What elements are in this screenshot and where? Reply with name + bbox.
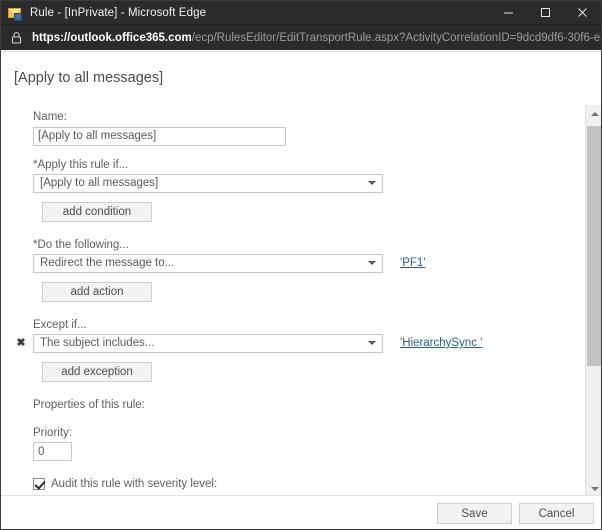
edge-rule-icon	[7, 5, 23, 21]
apply-if-dropdown[interactable]: [Apply to all messages]	[33, 174, 383, 193]
page-title: [Apply to all messages]	[14, 70, 163, 86]
save-button[interactable]: Save	[437, 503, 512, 524]
delete-exception-icon[interactable]: ✖	[14, 338, 28, 349]
do-following-selected: Redirect the message to...	[34, 257, 174, 269]
do-following-label: *Do the following...	[33, 239, 576, 251]
apply-if-selected: [Apply to all messages]	[34, 177, 158, 189]
apply-if-label: *Apply this rule if...	[33, 159, 576, 171]
add-exception-button[interactable]: add exception	[42, 362, 152, 382]
priority-input[interactable]	[33, 442, 72, 461]
add-condition-button[interactable]: add condition	[42, 202, 152, 222]
vertical-scrollbar[interactable]	[585, 105, 602, 497]
window-title: Rule - [InPrivate] - Microsoft Edge	[30, 7, 206, 19]
url-path: /ecp/RulesEditor/EditTransportRule.aspx?…	[192, 32, 601, 44]
name-label: Name:	[33, 111, 576, 123]
cancel-button[interactable]: Cancel	[519, 503, 594, 524]
properties-heading: Properties of this rule:	[33, 399, 576, 411]
url-text[interactable]: https://outlook.office365.com/ecp/RulesE…	[32, 32, 601, 44]
except-if-row: ✖ The subject includes... 'HierarchySync…	[33, 334, 576, 353]
address-bar[interactable]: https://outlook.office365.com/ecp/RulesE…	[1, 24, 601, 50]
exception-value-link[interactable]: 'HierarchySync '	[400, 337, 482, 349]
form-scroll-viewport: Name: *Apply this rule if... [Apply to a…	[1, 106, 576, 497]
rule-form: Name: *Apply this rule if... [Apply to a…	[1, 106, 576, 497]
chevron-down-icon	[368, 341, 376, 345]
chevron-down-icon	[368, 181, 376, 185]
add-action-button[interactable]: add action	[42, 282, 152, 302]
scroll-up-arrow-icon[interactable]	[586, 105, 602, 122]
browser-window: Rule - [InPrivate] - Microsoft Edge http…	[0, 0, 602, 530]
apply-if-row: [Apply to all messages]	[33, 174, 576, 193]
page-content: [Apply to all messages] Name: *Apply thi…	[1, 51, 602, 530]
url-host: https://outlook.office365.com	[32, 32, 192, 44]
maximize-icon[interactable]	[527, 1, 564, 24]
except-if-dropdown[interactable]: The subject includes...	[33, 334, 383, 353]
chevron-down-icon	[368, 261, 376, 265]
audit-checkbox-row: Audit this rule with severity level:	[33, 478, 576, 490]
audit-checkbox[interactable]	[33, 478, 45, 490]
close-icon[interactable]	[564, 1, 601, 24]
scrollbar-thumb[interactable]	[587, 126, 602, 366]
name-input[interactable]	[33, 127, 286, 146]
audit-label: Audit this rule with severity level:	[51, 478, 217, 490]
except-if-label: Except if...	[33, 319, 576, 331]
do-following-row: Redirect the message to... 'PF1'	[33, 254, 576, 273]
priority-label: Priority:	[33, 427, 576, 439]
dialog-footer: Save Cancel	[1, 495, 602, 530]
except-if-selected: The subject includes...	[34, 337, 154, 349]
window-controls	[490, 1, 601, 24]
do-following-dropdown[interactable]: Redirect the message to...	[33, 254, 383, 273]
action-value-link[interactable]: 'PF1'	[400, 257, 425, 269]
minimize-icon[interactable]	[490, 1, 527, 24]
lock-icon	[11, 31, 22, 44]
title-bar: Rule - [InPrivate] - Microsoft Edge	[1, 1, 601, 24]
